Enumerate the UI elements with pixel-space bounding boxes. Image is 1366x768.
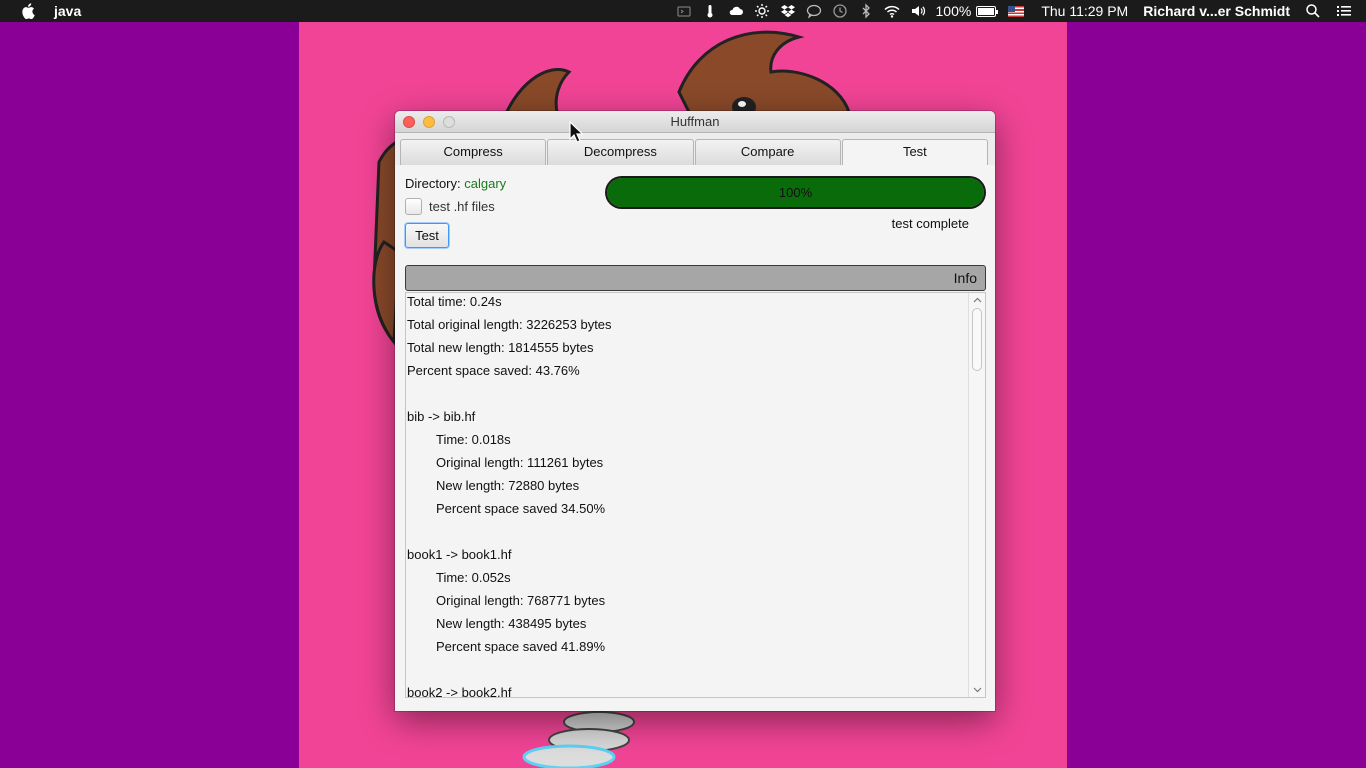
test-hf-files-checkbox[interactable]	[405, 198, 422, 215]
directory-row: Directory: calgary	[405, 176, 506, 191]
mouse-cursor-icon	[569, 120, 584, 143]
brightness-icon[interactable]	[754, 3, 770, 19]
directory-value[interactable]: calgary	[464, 176, 506, 191]
battery-icon[interactable]	[976, 5, 999, 17]
scroll-thumb[interactable]	[972, 308, 982, 371]
ssh-icon[interactable]	[676, 3, 692, 19]
menu-bar: java 100% Thu 11:29 PM Richard v...er Sc…	[0, 0, 1366, 22]
log-line: Percent space saved 34.50%	[436, 501, 606, 516]
list-icon[interactable]	[1336, 3, 1352, 19]
test-panel: Directory: calgary test .hf files Test 1…	[395, 165, 995, 711]
time-machine-icon[interactable]	[832, 3, 848, 19]
log-line: book2 -> book2.hf	[407, 685, 512, 698]
wifi-icon[interactable]	[883, 3, 900, 19]
log-lines: Total time: 0.24s Total original length: …	[406, 293, 968, 698]
progress-bar: 100%	[605, 176, 986, 209]
vertical-scrollbar[interactable]	[968, 293, 985, 697]
log-line: New length: 72880 bytes	[436, 478, 580, 493]
log-line: Time: 0.052s	[436, 570, 511, 585]
test-button[interactable]: Test	[405, 223, 449, 248]
chat-icon[interactable]	[806, 3, 822, 19]
log-line: New length: 438495 bytes	[436, 616, 587, 631]
log-line: Total new length: 1814555 bytes	[407, 340, 594, 355]
status-area: 100% Thu 11:29 PM Richard v...er Schmidt	[671, 0, 1366, 22]
title-bar[interactable]: Huffman	[395, 111, 995, 133]
tab-test[interactable]: Test	[841, 139, 988, 165]
bluetooth-icon[interactable]	[858, 3, 874, 19]
apple-icon[interactable]	[21, 3, 35, 19]
clock[interactable]: Thu 11:29 PM	[1041, 3, 1128, 19]
info-log[interactable]: Total time: 0.24s Total original length: …	[405, 292, 986, 698]
progress-label: 100%	[778, 185, 813, 200]
window-title: Huffman	[670, 114, 720, 129]
battery-percent: 100%	[935, 3, 972, 19]
app-name-menu[interactable]: java	[54, 3, 81, 19]
scroll-up-arrow-icon[interactable]	[969, 293, 985, 307]
directory-label: Directory:	[405, 176, 461, 191]
progress-track: 100%	[607, 178, 984, 207]
log-line: Original length: 768771 bytes	[436, 593, 606, 608]
status-text: test complete	[891, 216, 969, 231]
log-line: Total original length: 3226253 bytes	[407, 317, 612, 332]
scroll-down-arrow-icon[interactable]	[969, 683, 985, 697]
thermometer-icon[interactable]	[702, 3, 718, 19]
log-line: Percent space saved 41.89%	[436, 639, 606, 654]
user-name[interactable]: Richard v...er Schmidt	[1143, 3, 1290, 19]
tab-compress[interactable]: Compress	[400, 139, 547, 165]
tab-compare[interactable]: Compare	[694, 139, 841, 165]
log-line: Time: 0.018s	[436, 432, 511, 447]
log-line: Original length: 111261 bytes	[436, 455, 604, 470]
huffman-window: Huffman Compress Decompress Compare Test…	[395, 111, 995, 711]
info-header[interactable]: Info	[405, 265, 986, 291]
log-line: bib -> bib.hf	[407, 409, 476, 424]
volume-icon[interactable]	[910, 3, 926, 19]
us-flag-icon[interactable]	[1008, 3, 1025, 19]
test-hf-files-row: test .hf files	[405, 198, 495, 215]
log-line: Total time: 0.24s	[407, 294, 502, 309]
cloud-icon[interactable]	[728, 3, 744, 19]
tab-bar: Compress Decompress Compare Test	[400, 139, 988, 165]
test-hf-files-label[interactable]: test .hf files	[429, 199, 495, 214]
log-line: book1 -> book1.hf	[407, 547, 512, 562]
search-icon[interactable]	[1305, 3, 1321, 19]
dropbox-icon[interactable]	[780, 3, 796, 19]
log-line: Percent space saved: 43.76%	[407, 363, 580, 378]
